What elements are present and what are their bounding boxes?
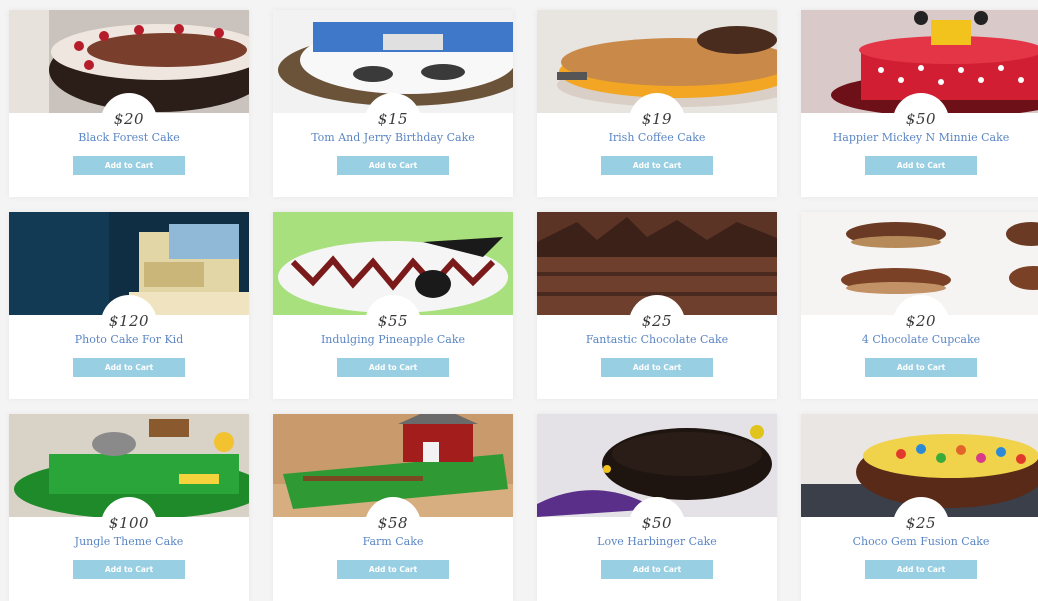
product-name[interactable]: Irish Coffee Cake (537, 131, 777, 144)
add-to-cart-button[interactable]: Add to Cart (601, 156, 713, 175)
product-card: $58 Farm Cake Add to Cart (273, 414, 513, 601)
price-label: $50 (641, 514, 673, 532)
add-to-cart-button[interactable]: Add to Cart (337, 156, 449, 175)
add-to-cart-button[interactable]: Add to Cart (601, 358, 713, 377)
price-label: $15 (377, 110, 409, 128)
product-name[interactable]: Happier Mickey N Minnie Cake (801, 131, 1038, 144)
product-card: $120 Photo Cake For Kid Add to Cart (9, 212, 249, 399)
price-label: $25 (905, 514, 937, 532)
product-card: $15 Tom And Jerry Birthday Cake Add to C… (273, 10, 513, 197)
product-name[interactable]: Jungle Theme Cake (9, 535, 249, 548)
product-card: $25 Fantastic Chocolate Cake Add to Cart (537, 212, 777, 399)
product-name[interactable]: Tom And Jerry Birthday Cake (273, 131, 513, 144)
price-label: $20 (905, 312, 937, 330)
product-card: $50 Happier Mickey N Minnie Cake Add to … (801, 10, 1038, 197)
price-label: $58 (377, 514, 409, 532)
product-card: $19 Irish Coffee Cake Add to Cart (537, 10, 777, 197)
product-name[interactable]: Love Harbinger Cake (537, 535, 777, 548)
add-to-cart-button[interactable]: Add to Cart (73, 358, 185, 377)
add-to-cart-button[interactable]: Add to Cart (601, 560, 713, 579)
add-to-cart-button[interactable]: Add to Cart (337, 560, 449, 579)
price-label: $100 (108, 514, 150, 532)
price-label: $55 (377, 312, 409, 330)
price-label: $19 (641, 110, 673, 128)
product-card: $55 Indulging Pineapple Cake Add to Cart (273, 212, 513, 399)
product-card: $50 Love Harbinger Cake Add to Cart (537, 414, 777, 601)
product-name[interactable]: 4 Chocolate Cupcake (801, 333, 1038, 346)
add-to-cart-button[interactable]: Add to Cart (865, 156, 977, 175)
product-card: $20 4 Chocolate Cupcake Add to Cart (801, 212, 1038, 399)
product-name[interactable]: Choco Gem Fusion Cake (801, 535, 1038, 548)
add-to-cart-button[interactable]: Add to Cart (73, 560, 185, 579)
product-name[interactable]: Indulging Pineapple Cake (273, 333, 513, 346)
add-to-cart-button[interactable]: Add to Cart (337, 358, 449, 377)
add-to-cart-button[interactable]: Add to Cart (865, 358, 977, 377)
product-name[interactable]: Photo Cake For Kid (9, 333, 249, 346)
price-label: $25 (641, 312, 673, 330)
price-label: $20 (113, 110, 145, 128)
product-card: $20 Black Forest Cake Add to Cart (9, 10, 249, 197)
price-label: $50 (905, 110, 937, 128)
product-name[interactable]: Black Forest Cake (9, 131, 249, 144)
add-to-cart-button[interactable]: Add to Cart (865, 560, 977, 579)
add-to-cart-button[interactable]: Add to Cart (73, 156, 185, 175)
product-card: $100 Jungle Theme Cake Add to Cart (9, 414, 249, 601)
product-name[interactable]: Farm Cake (273, 535, 513, 548)
product-grid: $20 Black Forest Cake Add to Cart $15 To… (0, 0, 1038, 601)
product-card: $25 Choco Gem Fusion Cake Add to Cart (801, 414, 1038, 601)
price-label: $120 (108, 312, 150, 330)
product-name[interactable]: Fantastic Chocolate Cake (537, 333, 777, 346)
